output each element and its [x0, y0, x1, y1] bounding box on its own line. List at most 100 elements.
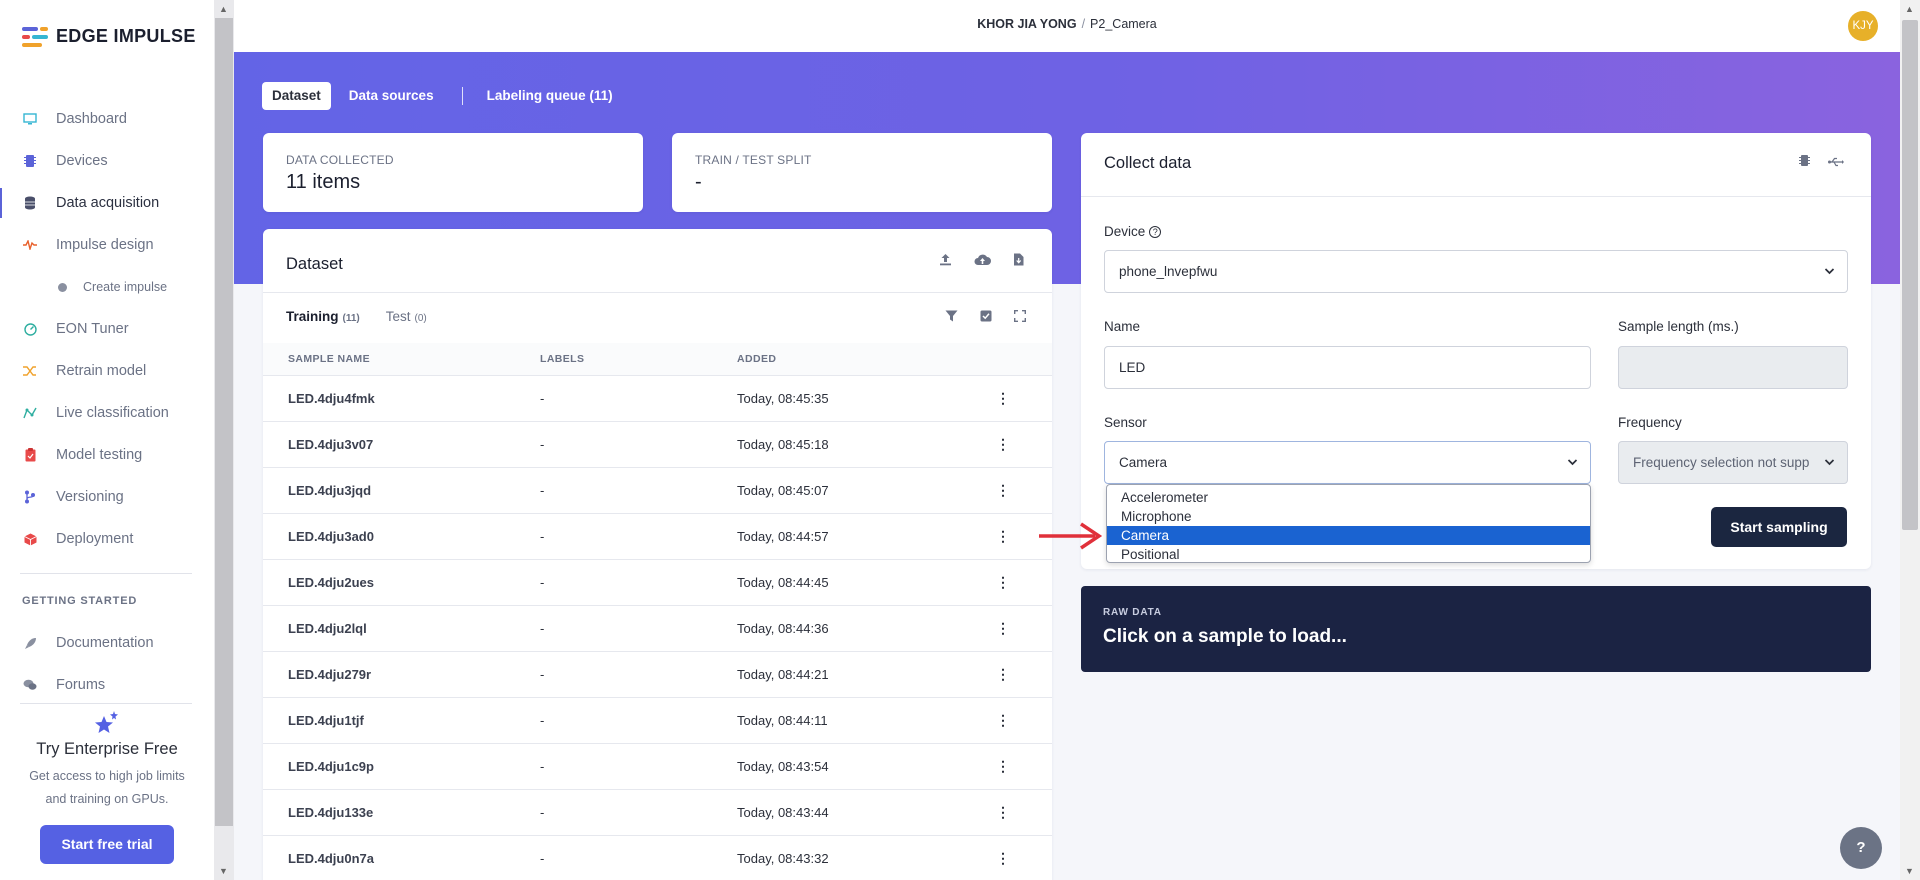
table-row[interactable]: LED.4dju1c9p - Today, 08:43:54 ⋮: [263, 743, 1052, 790]
sidebar-item-label: Impulse design: [56, 237, 154, 253]
sample-name-input[interactable]: LED: [1104, 346, 1591, 389]
sidebar-item-data-acquisition[interactable]: Data acquisition: [0, 182, 214, 224]
breadcrumb-project[interactable]: P2_Camera: [1090, 17, 1157, 31]
sensor-select[interactable]: Camera: [1104, 441, 1591, 484]
table-row[interactable]: LED.4dju3v07- Today, 08:45:18 ⋮: [263, 421, 1052, 468]
sample-name[interactable]: LED.4dju3v07: [263, 421, 540, 468]
sample-name[interactable]: LED.4dju4fmk: [263, 375, 540, 422]
sample-length-input[interactable]: [1618, 346, 1848, 389]
sidebar-item-live-classification[interactable]: Live classification: [0, 392, 214, 434]
tab-test[interactable]: Test (0): [386, 309, 427, 324]
sidebar-item-forums[interactable]: Forums: [0, 664, 214, 706]
sample-name[interactable]: LED.4dju3ad0: [263, 513, 540, 560]
column-header-added[interactable]: ADDED: [737, 343, 996, 376]
device-chip-icon[interactable]: [1799, 154, 1810, 170]
kebab-menu-icon[interactable]: ⋮: [996, 850, 1010, 866]
row-actions-cell: ⋮: [996, 421, 1052, 468]
row-actions-cell: ⋮: [996, 835, 1052, 880]
sidebar-item-model-testing[interactable]: Model testing: [0, 434, 214, 476]
tab-labeling-queue[interactable]: Labeling queue (11): [477, 82, 623, 110]
scroll-down-arrow-icon[interactable]: ▼: [1905, 866, 1914, 876]
expand-icon[interactable]: [1014, 309, 1026, 325]
frequency-select[interactable]: Frequency selection not supp: [1618, 441, 1848, 484]
avatar[interactable]: KJY: [1848, 11, 1878, 41]
sensor-select-value: Camera: [1119, 455, 1168, 470]
table-row[interactable]: LED.4dju279r - Today, 08:44:21 ⋮: [263, 651, 1052, 698]
brand-logo[interactable]: EDGE IMPULSE: [22, 26, 196, 47]
table-row[interactable]: LED.4dju3ad0- Today, 08:44:57 ⋮: [263, 513, 1052, 560]
table-row[interactable]: LED.4dju2lql - Today, 08:44:36 ⋮: [263, 605, 1052, 652]
filter-icon[interactable]: [945, 309, 958, 325]
sample-name[interactable]: LED.4dju0n7a: [263, 835, 540, 880]
tab-dataset[interactable]: Dataset: [262, 82, 331, 110]
sidebar-item-dashboard[interactable]: Dashboard: [0, 98, 214, 140]
table-row[interactable]: LED.4dju3jqd - Today, 08:45:07 ⋮: [263, 467, 1052, 514]
sidebar-item-deployment[interactable]: Deployment: [0, 518, 214, 560]
help-circle-icon[interactable]: ?: [1149, 226, 1162, 238]
sample-name[interactable]: LED.4dju3jqd: [263, 467, 540, 514]
column-header-sample-name[interactable]: SAMPLE NAME: [263, 343, 540, 376]
graph-icon: [22, 405, 38, 421]
sensor-option-camera[interactable]: Camera: [1107, 526, 1590, 545]
page-scrollbar[interactable]: ▲ ▼: [214, 0, 234, 880]
split-value: -: [695, 171, 702, 193]
kebab-menu-icon[interactable]: ⋮: [996, 620, 1010, 636]
kebab-menu-icon[interactable]: ⋮: [996, 482, 1010, 498]
kebab-menu-icon[interactable]: ⋮: [996, 758, 1010, 774]
start-free-trial-button[interactable]: Start free trial: [40, 825, 174, 864]
upload-icon[interactable]: [939, 253, 952, 269]
table-row[interactable]: LED.4dju1tjf - Today, 08:44:11 ⋮: [263, 697, 1052, 744]
kebab-menu-icon[interactable]: ⋮: [996, 528, 1010, 544]
sample-name[interactable]: LED.4dju133e: [263, 789, 540, 836]
scrollbar-thumb[interactable]: [215, 18, 233, 826]
sample-name[interactable]: LED.4dju2lql: [263, 605, 540, 652]
scroll-up-arrow-icon[interactable]: ▲: [219, 4, 228, 14]
kebab-menu-icon[interactable]: ⋮: [996, 436, 1010, 452]
table-row[interactable]: LED.4dju2ues - Today, 08:44:45 ⋮: [263, 559, 1052, 606]
sample-labels: -: [540, 697, 737, 744]
sidebar-item-retrain-model[interactable]: Retrain model: [0, 350, 214, 392]
device-select[interactable]: phone_lnvepfwu: [1104, 250, 1848, 293]
kebab-menu-icon[interactable]: ⋮: [996, 712, 1010, 728]
sample-labels: -: [540, 375, 737, 422]
export-file-icon[interactable]: [1013, 253, 1024, 269]
sidebar-item-eon-tuner[interactable]: EON Tuner: [0, 308, 214, 350]
select-checkbox-icon[interactable]: [980, 309, 992, 325]
window-scrollbar[interactable]: ▲ ▼: [1900, 0, 1920, 880]
sample-name[interactable]: LED.4dju1tjf: [263, 697, 540, 744]
help-button[interactable]: ?: [1840, 827, 1882, 869]
kebab-menu-icon[interactable]: ⋮: [996, 574, 1010, 590]
scrollbar-thumb[interactable]: [1902, 20, 1918, 530]
table-row[interactable]: LED.4dju133e - Today, 08:43:44 ⋮: [263, 789, 1052, 836]
dataset-card: Dataset Training (11) Test (0) SAMPLE NA…: [263, 229, 1052, 880]
kebab-menu-icon[interactable]: ⋮: [996, 804, 1010, 820]
table-row[interactable]: LED.4dju0n7a - Today, 08:43:32 ⋮: [263, 835, 1052, 880]
sidebar-item-documentation[interactable]: Documentation: [0, 622, 214, 664]
table-row[interactable]: LED.4dju4fmk - Today, 08:45:35 ⋮: [263, 375, 1052, 422]
tab-training[interactable]: Training (11): [286, 309, 360, 324]
cloud-upload-icon[interactable]: [974, 253, 991, 269]
sample-name[interactable]: LED.4dju2ues: [263, 559, 540, 606]
kebab-menu-icon[interactable]: ⋮: [996, 390, 1010, 406]
tab-data-sources[interactable]: Data sources: [339, 82, 444, 110]
sample-name-value: LED: [1119, 360, 1146, 375]
sidebar-item-devices[interactable]: Devices: [0, 140, 214, 182]
sidebar-item-impulse-design[interactable]: Impulse design: [0, 224, 214, 266]
sensor-option-microphone[interactable]: Microphone: [1107, 507, 1590, 526]
sample-name[interactable]: LED.4dju1c9p: [263, 743, 540, 790]
usb-icon[interactable]: [1828, 154, 1844, 170]
kebab-menu-icon[interactable]: ⋮: [996, 666, 1010, 682]
column-header-labels[interactable]: LABELS: [540, 343, 737, 376]
sensor-option-accelerometer[interactable]: Accelerometer: [1107, 488, 1590, 507]
scroll-up-arrow-icon[interactable]: ▲: [1905, 4, 1914, 14]
scroll-down-arrow-icon[interactable]: ▼: [219, 866, 228, 876]
sample-added: Today, 08:45:07: [737, 467, 996, 514]
sample-name[interactable]: LED.4dju279r: [263, 651, 540, 698]
sample-length-label: Sample length (ms.): [1618, 319, 1739, 334]
sensor-option-positional[interactable]: Positional: [1107, 545, 1590, 564]
sidebar-item-create-impulse[interactable]: Create impulse: [0, 266, 214, 308]
breadcrumb-user[interactable]: KHOR JIA YONG: [977, 17, 1076, 31]
tab-divider: [461, 87, 463, 105]
start-sampling-button[interactable]: Start sampling: [1711, 507, 1847, 547]
sidebar-item-versioning[interactable]: Versioning: [0, 476, 214, 518]
